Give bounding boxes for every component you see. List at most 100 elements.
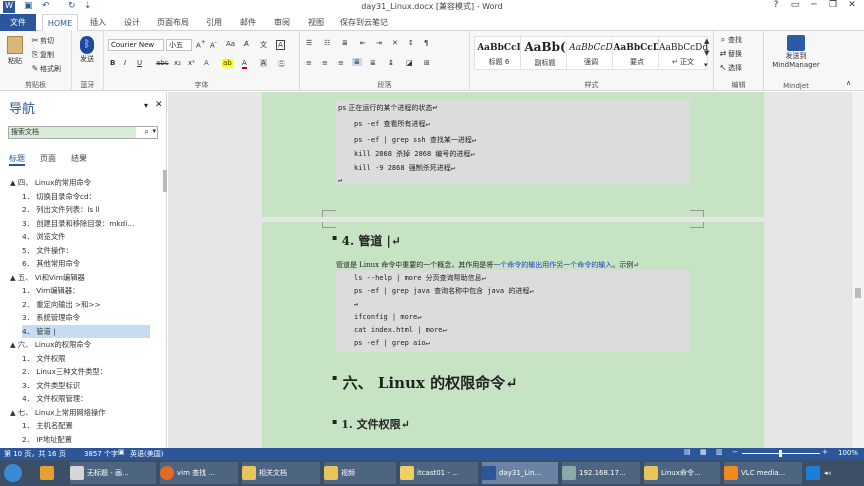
taskbar-item-itcast[interactable]: itcast01 - ... [400,462,478,484]
print-layout-icon[interactable]: ▦ [700,448,707,456]
subscript-icon[interactable]: x₂ [174,59,181,67]
taskbar-item-firefox[interactable]: vim 查找 ... [160,462,238,484]
vertical-scrollbar[interactable] [851,92,864,448]
cut-button[interactable]: ✂ 剪切 [30,36,54,46]
page-count[interactable]: 第 10 页，共 16 页 [4,449,66,459]
format-painter-button[interactable]: ✎ 格式刷 [30,64,61,74]
bullets-icon[interactable]: ☰ [306,39,312,47]
taskbar-item-folder-docs[interactable]: 相关文档 [242,462,320,484]
search-icon[interactable]: ⌕ [145,127,149,137]
bluetooth-send-button[interactable]: ᛒ 发送 [80,36,94,64]
distributed-icon[interactable]: ≣ [370,59,376,67]
nav-tab-pages[interactable]: 页面 [40,153,56,164]
tab-home[interactable]: HOME [42,14,78,31]
web-layout-icon[interactable]: ▥ [716,448,723,456]
shading-icon[interactable]: ◪ [406,59,413,67]
superscript-icon[interactable]: x² [188,59,195,67]
show-marks-icon[interactable]: ¶ [424,39,428,47]
numbering-icon[interactable]: ☷ [324,39,330,47]
text-effects-icon[interactable]: A [204,59,209,67]
zoom-slider-thumb[interactable] [779,450,782,457]
nav-heading-level2[interactable]: 5． 文件操作： [22,244,73,257]
italic-icon[interactable]: I [124,59,126,67]
align-center-icon[interactable]: ≡ [322,59,328,67]
nav-heading-level2[interactable]: 2． Linux三种文件类型： [22,365,107,378]
enclose-char-icon[interactable]: ㊂ [278,59,285,69]
taskbar-item-remote[interactable]: 192.168.17... [562,462,640,484]
sort-icon[interactable]: ↕ [408,39,414,47]
tab-design[interactable]: 设计 [118,14,146,31]
nav-heading-level2[interactable]: 1． 主机名配置 [22,419,73,432]
system-tray[interactable]: ◂◃ [824,462,862,484]
change-case-icon[interactable]: Aa [226,40,235,48]
styles-scroll-up-icon[interactable]: ▲ [704,37,709,45]
nav-heading-level2[interactable]: 3． 创建目录和移除目录：mkdi... [22,217,134,230]
style-normal[interactable]: AaBbCcDd ↵ 正文 [658,36,708,70]
send-to-mindmanager-button[interactable]: 发送到 MindManager [768,35,824,69]
nav-heading-level2[interactable]: 3． 系统管理命令 [22,311,80,324]
strikethrough-icon[interactable]: abc [156,59,169,67]
multilevel-list-icon[interactable]: ≣ [342,39,348,47]
phonetic-icon[interactable]: 文 [260,40,267,50]
nav-heading-level2[interactable]: 6． 其他常用命令 [22,257,80,270]
nav-heading-level2[interactable]: 4． 浏览文件 [22,230,65,243]
font-size-select[interactable]: 小五 [166,39,192,51]
paste-button[interactable]: 粘贴 [4,36,26,66]
taskbar-item-word[interactable]: day31_Lin... [482,462,558,484]
nav-heading-level2[interactable]: 4． 管道 | [22,324,150,338]
nav-options-icon[interactable]: ▾ [144,101,148,110]
style-heading-6[interactable]: AaBbCcI 标题 6 [474,36,524,70]
taskbar-item-paint[interactable]: 无标题 - 画... [70,462,156,484]
zoom-in-icon[interactable]: + [822,448,828,456]
tab-insert[interactable]: 插入 [84,14,112,31]
taskbar-item-vlc[interactable]: VLC media... [724,462,802,484]
font-color-icon[interactable]: A [242,59,247,69]
nav-heading-level1[interactable]: ▲ 五、 Vi和Vim编辑器 [10,271,85,284]
nav-heading-level2[interactable]: 1． 文件权限 [22,352,65,365]
code-block-pipe[interactable]: ls --help | more 分页查询帮助信息↵ ps -ef | grep… [336,270,690,352]
underline-icon[interactable]: U [137,59,142,67]
shrink-font-icon[interactable]: A- [210,40,217,49]
tab-layout[interactable]: 页面布局 [152,14,194,31]
taskbar-item-linux-cmd[interactable]: Linux命令... [644,462,720,484]
align-right-icon[interactable]: ≡ [338,59,344,67]
nav-heading-level2[interactable]: 1． Vim编辑器： [22,284,79,297]
replace-button[interactable]: ⇄ 替换 [718,49,742,59]
zoom-out-icon[interactable]: − [732,448,738,456]
nav-heading-level2[interactable]: 3． 文件类型标识 [22,379,80,392]
read-mode-icon[interactable]: ▤ [684,448,691,456]
borders-icon[interactable]: ⊞ [424,59,430,67]
char-shading-icon[interactable]: A [260,59,267,67]
taskbar-item-folder-video[interactable]: 视频 [324,462,396,484]
word-count[interactable]: 3857 个字 [84,449,118,459]
font-name-select[interactable]: Courier New [108,39,164,51]
clear-format-icon[interactable]: A̸ [244,40,249,48]
search-dropdown-icon[interactable]: ▾ [152,127,156,135]
nav-heading-level1[interactable]: ▲ 四、 Linux的常用命令 [10,176,91,189]
select-button[interactable]: ↖ 选择 [718,63,742,73]
tab-view[interactable]: 视图 [302,14,330,31]
decrease-indent-icon[interactable]: ⇤ [360,39,366,47]
nav-heading-level2[interactable]: 2． 列出文件列表：ls ll [22,203,100,216]
pipe-paragraph[interactable]: 管道是 Linux 命令中重要的一个概念，其作用是将一个命令的输出用作另一个命令… [336,260,696,270]
bold-icon[interactable]: B [110,59,115,67]
nav-tab-headings[interactable]: 标题 [9,153,25,166]
nav-heading-level2[interactable]: 4． 文件权限管理： [22,392,87,405]
scroll-thumb[interactable] [855,288,861,298]
highlight-icon[interactable]: ab [222,59,233,67]
justify-icon[interactable]: ≣ [352,58,362,66]
line-spacing-icon[interactable]: ↨ [388,59,394,67]
start-button[interactable] [4,462,34,484]
heading-permissions[interactable]: ▪ 六、 Linux 的权限命令↵ [332,372,518,393]
nav-scrollbar[interactable] [163,170,167,192]
style-emphasis[interactable]: AaBbCcD 强调 [566,36,616,70]
code-block-ps[interactable]: ps 正在运行的某个进程的状态↵ ps -ef 查看所有进程↵ ps -ef |… [336,100,690,184]
taskbar-tray-app[interactable] [806,462,822,484]
nav-tab-results[interactable]: 结果 [71,153,87,164]
copy-button[interactable]: ⎘ 复制 [30,50,54,60]
tab-review[interactable]: 审阅 [268,14,296,31]
tab-file[interactable]: 文件 [0,14,36,31]
nav-heading-level2[interactable]: 2． IP地址配置 [22,433,72,446]
chinese-layout-icon[interactable]: ✕ [392,39,398,47]
styles-scroll-down-icon[interactable]: ▼ [704,49,709,57]
